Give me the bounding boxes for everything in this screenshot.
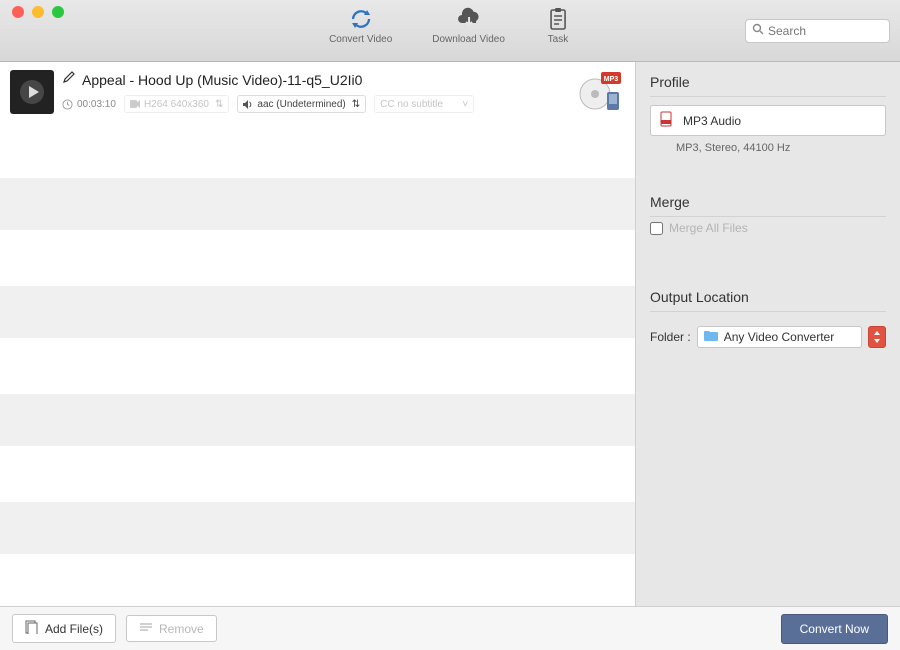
subtitle-selector[interactable]: CC no subtitle ˅ (374, 95, 474, 113)
profile-selector[interactable]: MP3 Audio (650, 105, 886, 136)
cloud-download-icon (456, 6, 482, 32)
chevron-updown-icon: ⇅ (352, 99, 360, 110)
tab-label: Convert Video (329, 34, 392, 45)
profile-description: MP3, Stereo, 44100 Hz (650, 136, 886, 156)
search-icon (752, 22, 764, 40)
tab-convert-video[interactable]: Convert Video (329, 6, 392, 45)
tab-download-video[interactable]: Download Video (432, 6, 505, 45)
video-icon (130, 100, 140, 108)
chevron-updown-icon (873, 331, 881, 343)
profile-value: MP3 Audio (683, 114, 741, 128)
chevron-down-icon: ˅ (462, 99, 468, 110)
video-item-row[interactable]: Appeal - Hood Up (Music Video)-11-q5_U2I… (0, 62, 635, 122)
output-format-badge[interactable]: MP3 (577, 70, 625, 114)
video-item-body: Appeal - Hood Up (Music Video)-11-q5_U2I… (62, 70, 561, 113)
output-section: Output Location Folder : Any Video Conve… (650, 289, 886, 348)
remove-icon (139, 621, 153, 636)
window-controls (12, 6, 64, 18)
audio-track-selector[interactable]: aac (Undetermined) ⇅ (237, 95, 366, 113)
footer-bar: Add File(s) Remove Convert Now (0, 606, 900, 650)
merge-all-label: Merge All Files (669, 221, 748, 235)
video-thumbnail[interactable] (10, 70, 54, 114)
minimize-window-button[interactable] (32, 6, 44, 18)
tab-label: Task (548, 34, 569, 45)
merge-section: Merge Merge All Files (650, 194, 886, 235)
folder-icon (704, 330, 718, 344)
video-codec-selector[interactable]: H264 640x360 ⇅ (124, 95, 229, 113)
merge-heading: Merge (650, 194, 886, 217)
mp3-file-icon (659, 111, 675, 130)
profile-heading: Profile (650, 74, 886, 97)
convert-now-button[interactable]: Convert Now (781, 614, 888, 644)
add-files-label: Add File(s) (45, 622, 103, 636)
close-window-button[interactable] (12, 6, 24, 18)
output-folder-browse-button[interactable] (868, 326, 886, 348)
speaker-icon (243, 100, 253, 109)
output-heading: Output Location (650, 289, 886, 312)
convert-now-label: Convert Now (800, 622, 869, 636)
add-files-button[interactable]: Add File(s) (12, 614, 116, 643)
toolbar-tabs: Convert Video Download Video Task (329, 6, 571, 45)
video-title: Appeal - Hood Up (Music Video)-11-q5_U2I… (82, 72, 362, 88)
format-badge-text: MP3 (604, 76, 619, 83)
edit-icon[interactable] (62, 70, 76, 89)
profile-section: Profile MP3 Audio MP3, Stereo, 44100 Hz (650, 74, 886, 156)
add-file-icon (25, 620, 39, 637)
output-folder-field[interactable]: Any Video Converter (697, 326, 862, 348)
main-area: Appeal - Hood Up (Music Video)-11-q5_U2I… (0, 62, 900, 606)
settings-sidebar: Profile MP3 Audio MP3, Stereo, 44100 Hz … (635, 62, 900, 606)
tab-label: Download Video (432, 34, 505, 45)
remove-label: Remove (159, 622, 204, 636)
tab-task[interactable]: Task (545, 6, 571, 45)
empty-list-area (0, 122, 635, 606)
video-duration: 00:03:10 (62, 99, 116, 110)
folder-label: Folder : (650, 330, 691, 344)
clipboard-icon (545, 6, 571, 32)
search-input[interactable] (768, 24, 883, 38)
toolbar: Convert Video Download Video Task (0, 0, 900, 62)
file-list-panel: Appeal - Hood Up (Music Video)-11-q5_U2I… (0, 62, 635, 606)
merge-all-checkbox[interactable] (650, 222, 663, 235)
remove-button[interactable]: Remove (126, 615, 217, 642)
clock-icon (62, 99, 73, 110)
zoom-window-button[interactable] (52, 6, 64, 18)
refresh-icon (348, 6, 374, 32)
search-field[interactable] (745, 19, 890, 43)
output-folder-value: Any Video Converter (724, 330, 835, 344)
chevron-updown-icon: ⇅ (215, 99, 223, 110)
